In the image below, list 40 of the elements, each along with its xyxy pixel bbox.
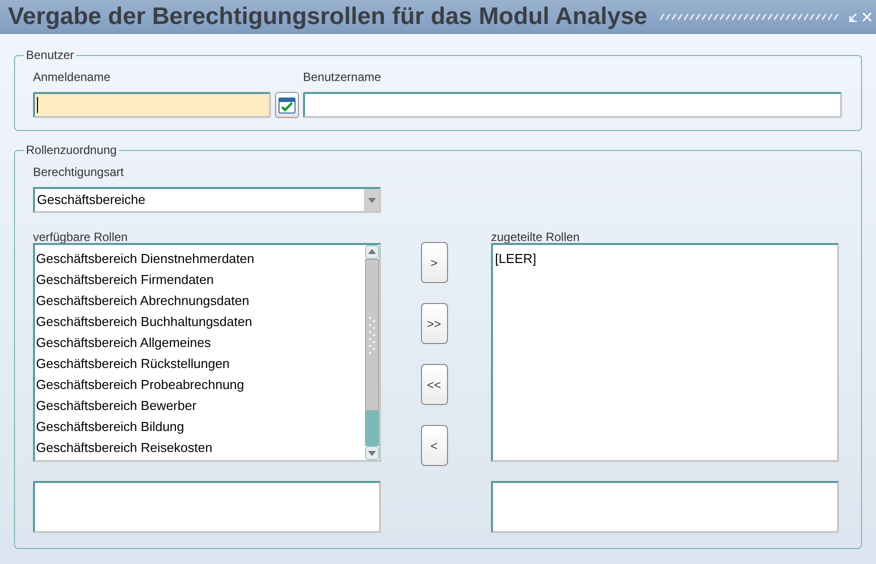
input-field[interactable] bbox=[33, 92, 271, 118]
list-item[interactable]: Geschäftsbereich Dienstnehmerdaten bbox=[35, 248, 365, 269]
list-item[interactable]: Geschäftsbereich Abrechnungsdaten bbox=[35, 290, 365, 311]
move-button[interactable]: << bbox=[420, 364, 448, 405]
calendar-check-icon bbox=[278, 96, 296, 114]
calendar-check-button[interactable] bbox=[275, 92, 299, 118]
group-label: Benutzer bbox=[25, 47, 76, 64]
list-item[interactable]: Geschäftsbereich Allgemeines bbox=[35, 332, 365, 353]
dropdown-arrow-icon[interactable] bbox=[368, 198, 376, 202]
list-item[interactable]: Geschäftsbereich Bildung bbox=[35, 416, 365, 437]
field-label: Benutzername bbox=[303, 69, 382, 86]
dropdown[interactable]: Geschäftsbereiche bbox=[33, 187, 381, 213]
dropdown-value: Geschäftsbereiche bbox=[36, 191, 146, 210]
list-item[interactable]: Geschäftsbereich Rückstellungen bbox=[35, 353, 365, 374]
group-label: Rollenzuordnung bbox=[25, 142, 118, 159]
move-button[interactable]: >> bbox=[420, 303, 448, 344]
list-item[interactable]: Geschäftsbereich Firmendaten bbox=[35, 269, 365, 290]
field-label: Berechtigungsart bbox=[33, 164, 125, 181]
field-label: zugeteilte Rollen bbox=[491, 229, 581, 243]
list-box[interactable]: [LEER] bbox=[491, 243, 839, 462]
scroll-down-icon[interactable] bbox=[365, 446, 379, 460]
scroll-up-icon[interactable] bbox=[365, 245, 379, 259]
text-area[interactable] bbox=[33, 481, 381, 533]
list-item[interactable]: Geschäftsbereich Bewerber bbox=[35, 395, 365, 416]
list-item[interactable]: Geschäftsbereich Reisekosten bbox=[35, 437, 365, 458]
minimize-icon[interactable] bbox=[848, 12, 858, 22]
move-button[interactable]: < bbox=[420, 425, 448, 466]
text-cursor bbox=[37, 97, 38, 113]
close-icon[interactable] bbox=[862, 12, 872, 22]
list-item[interactable]: Geschäftsbereich Buchhaltungsdaten bbox=[35, 311, 365, 332]
field-label: Anmeldename bbox=[33, 69, 112, 86]
window-title: Vergabe der Berechtigungsrollen für das Modul Analyse bbox=[8, 5, 648, 29]
list-box[interactable] bbox=[33, 243, 381, 462]
scrollbar-thumb[interactable] bbox=[365, 259, 379, 411]
move-button[interactable]: > bbox=[420, 242, 448, 283]
text-area[interactable] bbox=[491, 481, 839, 533]
list-item[interactable]: Geschäftsbereich Probeabrechnung bbox=[35, 374, 365, 395]
list-item[interactable]: [LEER] bbox=[493, 248, 837, 269]
field-label: verfügbare Rollen bbox=[33, 229, 129, 243]
input-field[interactable] bbox=[303, 92, 842, 118]
